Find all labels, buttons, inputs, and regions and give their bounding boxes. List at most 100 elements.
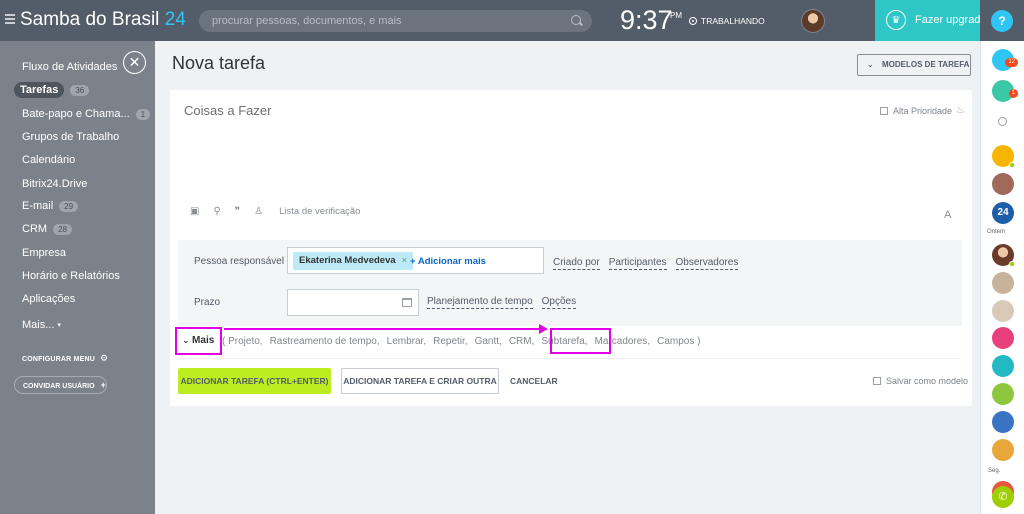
add-more-link[interactable]: + Adicionar mais (410, 256, 486, 267)
extra-gantt-link[interactable]: Gantt, (475, 336, 502, 347)
contact-avatar-colorful[interactable] (992, 439, 1014, 461)
menu-item-label: Grupos de Trabalho (22, 131, 120, 143)
extra-crm-link[interactable]: CRM, (509, 336, 535, 347)
calendar-icon[interactable] (402, 298, 412, 307)
right-sidebar: 12 1 24 Ontem Seg. ✆ (980, 41, 1024, 514)
bitrix24-contact-icon[interactable]: 24 (992, 202, 1014, 224)
extra-project-link[interactable]: ( Projeto, (222, 336, 263, 347)
menu-item-workgroups[interactable]: Grupos de Trabalho (22, 131, 119, 143)
menu-item-crm[interactable]: CRM 28 (22, 223, 72, 235)
add-task-and-create-another-button[interactable]: ADICIONAR TAREFA E CRIAR OUTRA (341, 368, 499, 394)
notifications-count-badge: 12 (1005, 58, 1018, 67)
menu-item-count: 36 (70, 84, 90, 96)
user-avatar[interactable] (801, 9, 825, 33)
flame-icon: ♨ (956, 105, 966, 116)
menu-item-applications[interactable]: Aplicações (22, 293, 75, 305)
extra-remind-link[interactable]: Lembrar, (387, 336, 426, 347)
role-links: Criado por Participantes Observadores (553, 257, 747, 270)
contact-avatar-open-channel[interactable] (992, 173, 1014, 195)
work-status-icon (689, 17, 697, 25)
options-link[interactable]: Opções (541, 296, 577, 309)
extra-fields-link[interactable]: Campos ) (657, 336, 700, 347)
search-input[interactable]: procurar pessoas, documentos, e mais (199, 10, 592, 32)
work-status-label: TRABALHANDO (701, 16, 765, 26)
time-planning-link[interactable]: Planejamento de tempo (427, 296, 533, 309)
annotation-arrow-head (539, 324, 548, 334)
menu-item-more[interactable]: Mais... ▾ (22, 319, 61, 331)
more-text: Mais (192, 335, 215, 346)
deadline-links: Planejamento de tempo Opções (427, 296, 585, 309)
brand-name: Samba do Brasil (20, 9, 160, 30)
status-icon (1009, 162, 1015, 168)
checkbox-icon[interactable] (873, 377, 881, 385)
contact-avatar-group[interactable] (992, 145, 1015, 168)
menu-item-chat[interactable]: Bate-papo e Chama... 1 (22, 108, 151, 120)
media-upload-icon[interactable]: ▣ (190, 206, 199, 217)
contact-avatar-user-2[interactable] (992, 272, 1014, 294)
text-format-icon[interactable]: A (944, 209, 951, 221)
notifications-bell-icon[interactable]: 12 (992, 49, 1018, 71)
invite-user-button[interactable]: CONVIDAR USUÁRIO + (14, 376, 107, 394)
upgrade-button[interactable]: ♛ Fazer upgrade (875, 0, 987, 41)
menu-item-drive[interactable]: Bitrix24.Drive (22, 178, 87, 190)
brand-logo[interactable]: Samba do Brasil 24 (20, 9, 186, 31)
contact-avatar-team[interactable] (992, 411, 1014, 433)
contact-avatar-support[interactable] (992, 355, 1014, 377)
left-menu: ✕ Fluxo de Atividades Tarefas 36 Bate-pap… (0, 41, 155, 514)
menu-item-calendar[interactable]: Calendário (22, 154, 75, 166)
extra-repeat-link[interactable]: Repetir, (433, 336, 467, 347)
task-title-input[interactable]: Coisas a Fazer (184, 103, 271, 118)
search-icon[interactable] (571, 15, 581, 25)
deadline-label: Prazo (194, 297, 221, 308)
annotation-highlight-tags (550, 328, 611, 354)
save-as-template-checkbox[interactable]: Salvar como modelo (873, 376, 968, 386)
checklist-button[interactable]: Lista de verificação (279, 206, 360, 217)
menu-item-label: Calendário (22, 154, 76, 166)
clock-time[interactable]: 9:37 (620, 5, 673, 36)
extra-time-tracking-link[interactable]: Rastreamento de tempo, (270, 336, 380, 347)
chat-icon[interactable]: 1 (992, 80, 1018, 102)
menu-item-activity-stream[interactable]: Fluxo de Atividades (22, 61, 117, 73)
contact-avatar-user[interactable] (992, 244, 1015, 267)
remove-chip-icon[interactable]: × (402, 255, 408, 266)
contact-avatar-user-3[interactable] (992, 300, 1014, 322)
work-status[interactable]: TRABALHANDO (689, 16, 765, 26)
phone-call-icon[interactable]: ✆ (992, 486, 1014, 508)
configure-menu-button[interactable]: CONFIGURAR MENU ⚙ (22, 353, 108, 364)
responsible-field[interactable]: Ekaterina Medvedeva × + Adicionar mais (287, 247, 544, 274)
online-status-icon (1009, 261, 1015, 267)
quote-icon[interactable]: ❞ (235, 206, 240, 217)
high-priority-checkbox[interactable]: Alta Prioridade ♨ (880, 105, 965, 116)
checkbox-icon[interactable] (880, 106, 888, 115)
menu-item-label: Aplicações (22, 293, 76, 305)
recent-label-yesterday: Ontem (987, 229, 1006, 235)
divider (178, 358, 960, 359)
cancel-button[interactable]: CANCELAR (510, 376, 558, 386)
close-menu-icon[interactable]: ✕ (123, 51, 146, 74)
contact-avatar-channel[interactable] (992, 327, 1014, 349)
menu-item-time-reports[interactable]: Horário e Relatórios (22, 270, 120, 282)
brand-number: 24 (164, 9, 186, 30)
hamburger-menu-icon[interactable] (5, 14, 15, 24)
task-templates-button[interactable]: ⌄ MODELOS DE TAREFA (857, 54, 971, 76)
participants-link[interactable]: Participantes (608, 257, 667, 270)
menu-item-email[interactable]: E-mail 29 (22, 200, 79, 212)
top-bar: Samba do Brasil 24 procurar pessoas, doc… (0, 0, 980, 41)
lock-chat-icon[interactable] (992, 383, 1014, 405)
more-fields-toggle[interactable]: ⌄ Mais (175, 327, 222, 355)
high-priority-label: Alta Prioridade (893, 105, 953, 116)
mention-user-icon[interactable]: ♙ (254, 206, 263, 217)
add-task-button[interactable]: ADICIONAR TAREFA (CTRL+ENTER) (178, 368, 331, 394)
chat-count-badge: 1 (1008, 89, 1018, 98)
deadline-input[interactable] (287, 289, 419, 316)
menu-item-tasks[interactable]: Tarefas 36 (14, 82, 90, 98)
responsible-chip[interactable]: Ekaterina Medvedeva × (293, 252, 414, 270)
observers-link[interactable]: Observadores (675, 257, 739, 270)
help-button[interactable]: ? (991, 10, 1013, 32)
menu-item-company[interactable]: Empresa (22, 247, 66, 259)
extra-fields-list: ( Projeto, Rastreamento de tempo, Lembra… (222, 336, 707, 347)
link-icon[interactable]: ⚲ (213, 206, 220, 217)
created-by-link[interactable]: Criado por (553, 257, 600, 270)
menu-item-label: Mais... (22, 319, 55, 331)
search-contacts-icon[interactable] (998, 117, 1007, 126)
